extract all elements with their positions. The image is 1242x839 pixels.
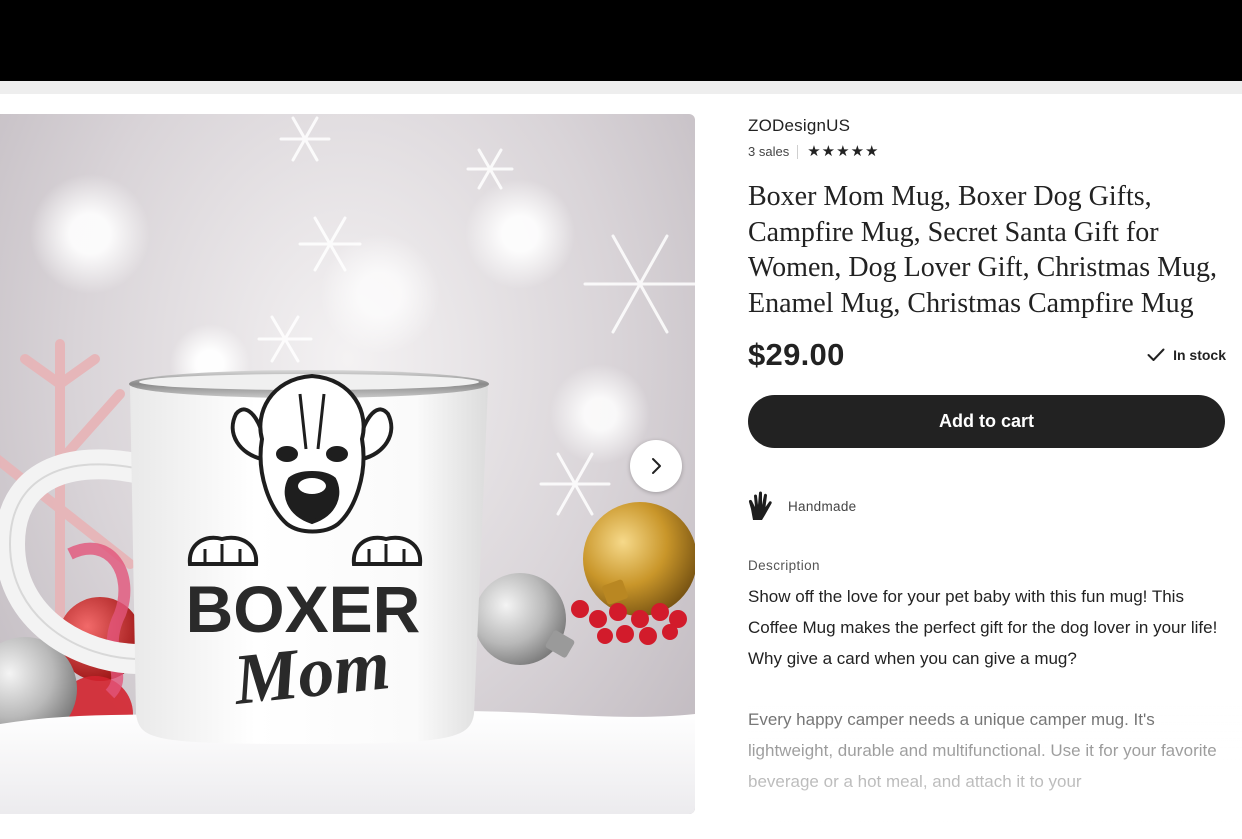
price-row: $29.00 In stock [748,337,1226,373]
star-icon: ★ [807,143,821,160]
chevron-right-icon [652,458,661,474]
star-icon: ★ [850,143,865,160]
product-photo-illustration: BOXER Mom [0,116,695,814]
silver-ornament [474,573,566,665]
listing-title: Boxer Mom Mug, Boxer Dog Gifts, Campfire… [748,181,1218,319]
price: $29.00 [748,337,845,372]
description-heading: Description [748,558,820,573]
star-icon: ★ [865,143,879,160]
product-image[interactable]: BOXER Mom [0,114,695,814]
description-paragraph: Show off the love for your pet baby with… [748,587,1218,668]
header-divider [0,81,1242,94]
description-paragraph: Every happy camper needs a unique camper… [748,710,1217,791]
top-black-bar [0,0,1242,81]
add-to-cart-button[interactable]: Add to cart [748,395,1225,448]
handmade-label: Handmade [788,498,857,514]
stats-divider [797,144,799,159]
hand-icon [748,491,772,520]
sales-count: 3 sales [748,144,790,159]
stock-label: In stock [1173,347,1226,363]
stock-status: In stock [1147,347,1226,363]
shop-stats: 3 sales ★ ★ ★ ★ ★ [748,144,1226,159]
listing-info: ZODesignUS 3 sales ★ ★ ★ ★ ★ Boxer Mom M… [748,116,1226,797]
handmade-badge: Handmade [748,490,1226,522]
gold-ornament [583,502,695,616]
rating-stars[interactable]: ★ ★ ★ ★ ★ [807,144,878,159]
star-icon: ★ [836,143,850,160]
mug-text-mom: Mom [229,624,394,720]
star-icon: ★ [821,143,836,160]
shop-name-link[interactable]: ZODesignUS [748,116,1226,136]
checkmark-icon [1147,348,1165,361]
next-image-button[interactable] [630,440,682,492]
